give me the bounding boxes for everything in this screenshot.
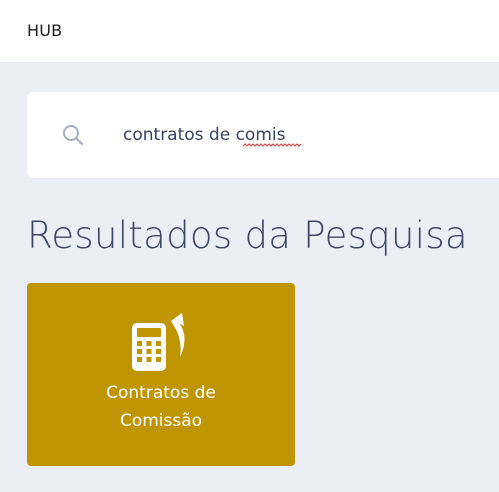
top-bar: HUB (0, 0, 499, 62)
search-box[interactable] (27, 92, 499, 178)
results-title: Resultados da Pesquisa (27, 214, 468, 257)
result-card-label-line2: Comissão (119, 411, 203, 431)
result-card-contratos-comissao[interactable]: Contratos de Comissão (27, 283, 295, 466)
app-title: HUB (27, 20, 63, 40)
spellcheck-underline (243, 143, 301, 147)
result-card-label: Contratos de Comissão (27, 379, 295, 435)
search-icon (63, 125, 84, 146)
calculator-return-icon (132, 313, 185, 371)
result-card-label-line1: Contratos de (106, 383, 216, 403)
search-input[interactable] (123, 120, 483, 150)
